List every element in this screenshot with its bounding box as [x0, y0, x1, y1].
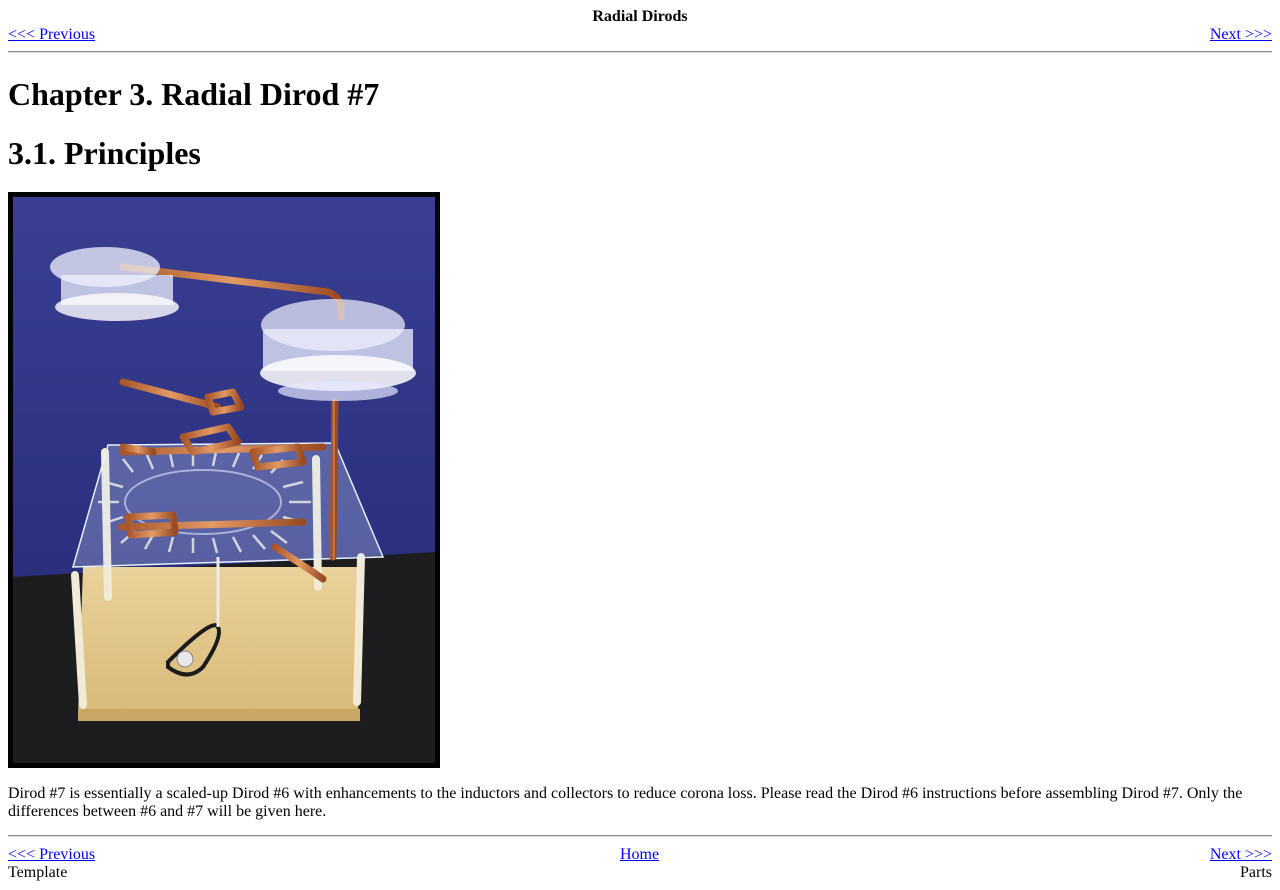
previous-link-bottom[interactable]: <<< Previous	[8, 846, 95, 864]
previous-page-title: Template	[8, 864, 68, 881]
chapter-title: Chapter 3. Radial Dirod #7	[8, 76, 380, 112]
previous-link-top[interactable]: <<< Previous	[8, 26, 95, 44]
dirod-photo	[13, 197, 435, 763]
header-title: Radial Dirods	[592, 8, 688, 25]
next-page-title: Parts	[1240, 864, 1272, 881]
next-link-bottom[interactable]: Next >>>	[1210, 846, 1272, 864]
next-link-top[interactable]: Next >>>	[1210, 26, 1272, 44]
section-title: 3.1. Principles	[8, 135, 201, 171]
intro-paragraph: Dirod #7 is essentially a scaled-up Diro…	[8, 785, 1243, 820]
header-divider	[8, 51, 1272, 53]
dirod-photo-figure	[8, 192, 440, 768]
footer-divider	[8, 835, 1272, 837]
home-link[interactable]: Home	[620, 846, 659, 864]
